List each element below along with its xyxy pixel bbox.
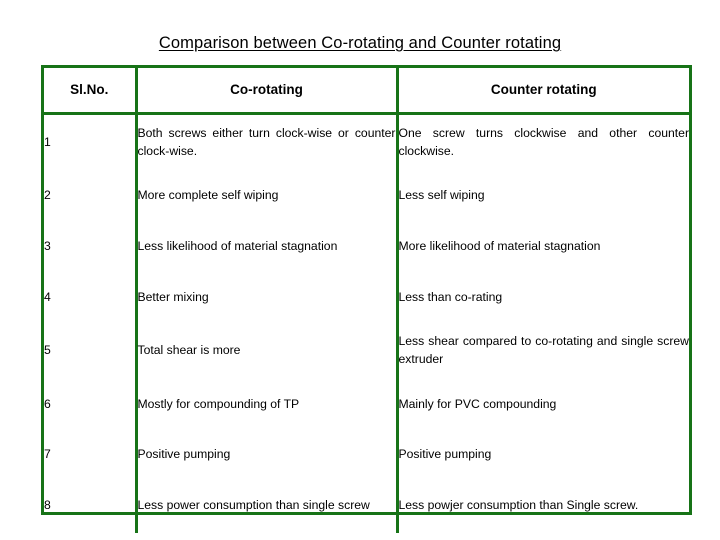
row-number: 7: [44, 446, 51, 461]
cell-counter-rotating-text: One screw turns clockwise and other coun…: [398, 126, 690, 158]
table-row: 4 Better mixing Less than co-rating: [44, 274, 689, 322]
cell-counter-rotating-text: More likelihood of material stagnation: [398, 239, 601, 254]
cell-co-rotating-text: Mostly for compounding of TP: [137, 397, 300, 412]
column-header-sl-no: Sl.No.: [44, 68, 136, 115]
cell-co-rotating: Better mixing: [134, 274, 397, 322]
cell-counter-rotating-text: Less powjer consumption than Single scre…: [398, 497, 639, 512]
row-number: 3: [44, 239, 51, 254]
cell-co-rotating-text: Less likelihood of material stagnation: [137, 239, 338, 254]
column-header-counter-rotating: Counter rotating: [395, 68, 689, 115]
cell-co-rotating: Mostly for compounding of TP: [134, 379, 397, 431]
table-row: 6 Mostly for compounding of TP Mainly fo…: [44, 379, 689, 431]
cell-counter-rotating: Less shear compared to co-rotating and s…: [395, 322, 690, 379]
table-row: 2 More complete self wiping Less self wi…: [44, 171, 689, 220]
cell-co-rotating: Less power consumption than single screw: [134, 478, 397, 533]
comparison-table: Sl.No. Co-rotating Counter rotating 1 Bo…: [41, 65, 692, 533]
page-title-text: Comparison between Co-rotating and Count…: [158, 34, 562, 52]
cell-counter-rotating: Mainly for PVC compounding: [395, 379, 689, 431]
table-header-row: Sl.No. Co-rotating Counter rotating: [44, 68, 689, 115]
cell-co-rotating: Both screws either turn clock-wise or co…: [134, 113, 397, 171]
cell-co-rotating-text: Less power consumption than single screw: [137, 497, 370, 512]
comparison-table-grid: Sl.No. Co-rotating Counter rotating 1 Bo…: [44, 68, 689, 533]
row-number: 2: [44, 187, 51, 202]
table-row: 1 Both screws either turn clock-wise or …: [44, 113, 689, 171]
cell-co-rotating: Less likelihood of material stagnation: [134, 220, 397, 274]
cell-co-rotating: Positive pumping: [134, 431, 397, 478]
cell-co-rotating-text: Positive pumping: [137, 446, 231, 461]
cell-counter-rotating: Positive pumping: [395, 431, 689, 478]
row-number: 4: [44, 290, 51, 305]
cell-counter-rotating-text: Less self wiping: [398, 187, 485, 202]
cell-counter-rotating: One screw turns clockwise and other coun…: [395, 113, 690, 171]
table-row: 3 Less likelihood of material stagnation…: [44, 220, 689, 274]
slide-canvas: Comparison between Co-rotating and Count…: [0, 0, 720, 540]
cell-counter-rotating: Less than co-rating: [395, 274, 689, 322]
cell-co-rotating-text: Better mixing: [137, 290, 209, 305]
table-header: Sl.No. Co-rotating Counter rotating: [44, 68, 689, 115]
row-number: 1: [44, 134, 51, 149]
cell-counter-rotating-text: Positive pumping: [398, 446, 492, 461]
page-title: Comparison between Co-rotating and Count…: [0, 34, 720, 53]
cell-co-rotating-text: Both screws either turn clock-wise or co…: [137, 126, 396, 158]
row-number: 5: [44, 342, 51, 357]
cell-co-rotating-text: Total shear is more: [137, 342, 241, 357]
cell-counter-rotating-text: Less than co-rating: [398, 290, 503, 305]
column-header-co-rotating: Co-rotating: [134, 68, 397, 115]
table-row: 7 Positive pumping Positive pumping: [44, 431, 689, 478]
cell-co-rotating-text: More complete self wiping: [137, 187, 279, 202]
table-row: 8 Less power consumption than single scr…: [44, 478, 689, 533]
cell-counter-rotating-text: Mainly for PVC compounding: [398, 397, 557, 412]
cell-co-rotating: More complete self wiping: [134, 171, 397, 220]
cell-counter-rotating: More likelihood of material stagnation: [395, 220, 689, 274]
table-body: 1 Both screws either turn clock-wise or …: [44, 113, 689, 533]
cell-counter-rotating: Less powjer consumption than Single scre…: [395, 478, 689, 533]
table-row: 5 Total shear is more Less shear compare…: [44, 322, 689, 379]
cell-counter-rotating-text: Less shear compared to co-rotating and s…: [398, 333, 690, 366]
cell-counter-rotating: Less self wiping: [395, 171, 689, 220]
row-number: 8: [44, 497, 51, 512]
cell-co-rotating: Total shear is more: [134, 322, 397, 379]
row-number: 6: [44, 397, 51, 412]
